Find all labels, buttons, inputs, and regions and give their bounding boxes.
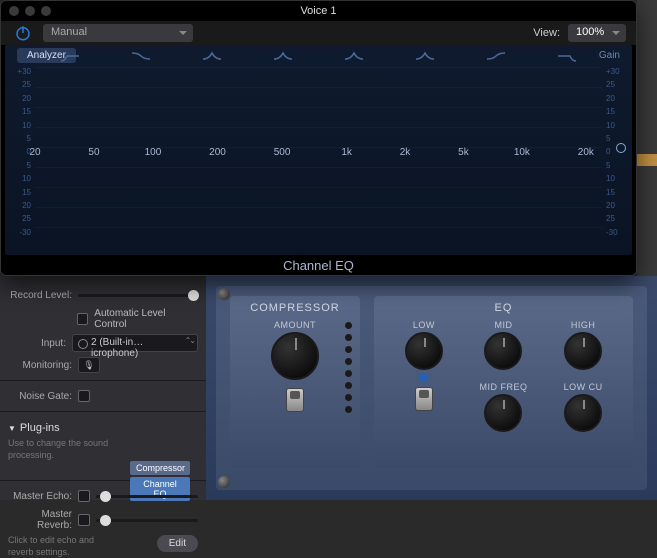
low-label: LOW xyxy=(413,320,435,330)
gain-knob[interactable] xyxy=(616,143,626,153)
inspector-panel: Record Level: Automatic Level Control In… xyxy=(0,276,206,500)
plugins-section-header[interactable]: ▼ Plug-ins xyxy=(8,418,198,438)
plugins-hint: Use to change the sound processing. xyxy=(8,438,118,461)
mid-freq-knob[interactable] xyxy=(484,394,522,432)
record-level-label: Record Level: xyxy=(8,290,72,301)
monitoring-button[interactable]: 🎙 xyxy=(78,357,100,373)
low-knob[interactable] xyxy=(405,332,443,370)
master-echo-slider[interactable] xyxy=(96,495,198,498)
audio-clip[interactable] xyxy=(637,154,657,166)
view-selector[interactable]: 100% xyxy=(568,24,626,42)
master-reverb-label: Master Reverb: xyxy=(8,509,72,531)
plugin-tag-channel-eq[interactable]: Channel EQ xyxy=(130,477,190,501)
master-reverb-slider[interactable] xyxy=(96,519,198,522)
high-knob[interactable] xyxy=(564,332,602,370)
master-reverb-checkbox[interactable] xyxy=(78,514,90,526)
compressor-toggle[interactable] xyxy=(286,388,304,412)
eq-band-icons xyxy=(35,49,602,63)
low-cut-label: LOW CU xyxy=(564,382,603,392)
input-label: Input: xyxy=(8,338,66,349)
track-strip-bg xyxy=(637,0,657,276)
preset-value: Manual xyxy=(43,24,193,42)
band-bell3-icon[interactable] xyxy=(343,49,365,63)
auto-level-label: Automatic Level Control xyxy=(94,308,198,330)
master-echo-checkbox[interactable] xyxy=(78,490,90,502)
low-toggle[interactable] xyxy=(415,387,433,411)
freq-scale: 20501002005001k2k5k10k20k xyxy=(35,147,602,158)
compressor-module: COMPRESSOR AMOUNT xyxy=(230,296,360,468)
band-bell2-icon[interactable] xyxy=(272,49,294,63)
window-titlebar[interactable]: Voice 1 xyxy=(1,1,636,21)
instrument-panel: COMPRESSOR AMOUNT EQ LOW xyxy=(206,276,657,500)
monitoring-label: Monitoring: xyxy=(8,360,72,371)
band-lowcut-icon[interactable] xyxy=(59,49,81,63)
eq-module-title: EQ xyxy=(384,302,623,314)
plugin-name-label: Channel EQ xyxy=(1,258,636,273)
low-cut-knob[interactable] xyxy=(564,394,602,432)
plugins-header-label: Plug-ins xyxy=(20,422,60,434)
eq-graph[interactable]: +302520151050510152025-30 +3025201510505… xyxy=(5,45,632,255)
amount-knob[interactable] xyxy=(271,332,319,380)
plugin-window: Voice 1 Manual View: 100% +3025201510505… xyxy=(0,0,637,276)
noise-gate-label: Noise Gate: xyxy=(8,391,72,402)
mid-freq-label: MID FREQ xyxy=(479,382,527,392)
band-lowshelf-icon[interactable] xyxy=(130,49,152,63)
eq-module: EQ LOW MID MID FREQ xyxy=(374,296,633,468)
traffic-lights[interactable] xyxy=(9,6,51,16)
gain-label: Gain xyxy=(599,50,620,61)
db-scale-left: +302520151050510152025-30 xyxy=(13,67,31,237)
disclosure-triangle-icon: ▼ xyxy=(8,424,16,433)
edit-button[interactable]: Edit xyxy=(157,535,198,552)
plugin-toolbar: Manual View: 100% xyxy=(1,21,636,45)
record-level-slider[interactable] xyxy=(78,294,198,297)
power-button[interactable] xyxy=(11,21,35,45)
mid-label: MID xyxy=(494,320,512,330)
plugin-tag-compressor[interactable]: Compressor xyxy=(130,461,190,475)
input-value: 2 (Built-in…icrophone) xyxy=(72,334,198,352)
input-selector[interactable]: 2 (Built-in…icrophone) xyxy=(72,334,198,352)
edit-hint: Click to edit echo and reverb settings. xyxy=(8,535,118,558)
window-title: Voice 1 xyxy=(300,5,336,17)
screw-icon xyxy=(218,476,230,488)
band-bell4-icon[interactable] xyxy=(414,49,436,63)
band-highcut-icon[interactable] xyxy=(556,49,578,63)
compressor-title: COMPRESSOR xyxy=(240,302,350,314)
amount-label: AMOUNT xyxy=(240,320,350,330)
mid-knob[interactable] xyxy=(484,332,522,370)
screw-icon xyxy=(218,288,230,300)
high-label: HIGH xyxy=(571,320,596,330)
compressor-meter xyxy=(345,322,352,413)
auto-level-checkbox[interactable] xyxy=(77,313,89,325)
low-led xyxy=(420,374,427,381)
view-label: View: xyxy=(533,27,560,39)
view-value: 100% xyxy=(568,24,626,42)
preset-selector[interactable]: Manual xyxy=(43,24,193,42)
noise-gate-checkbox[interactable] xyxy=(78,390,90,402)
band-highshelf-icon[interactable] xyxy=(485,49,507,63)
band-bell1-icon[interactable] xyxy=(201,49,223,63)
